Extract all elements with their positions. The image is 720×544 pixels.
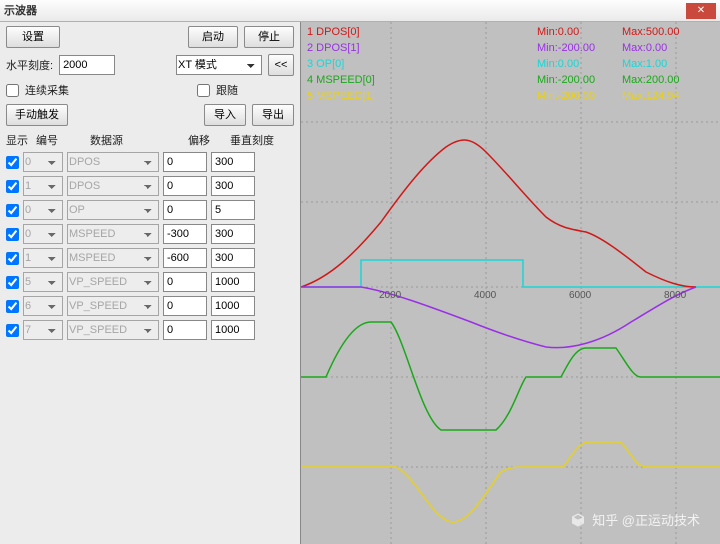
legend-name: 1 DPOS[0] [307,24,537,40]
offset-input[interactable] [163,200,207,220]
offset-input[interactable] [163,296,207,316]
mode-select[interactable]: XT 模式 [176,55,262,75]
legend-min: Min:0.00 [537,56,622,72]
offset-input[interactable] [163,224,207,244]
source-select[interactable]: MSPEED [67,224,159,244]
show-checkbox[interactable] [6,300,19,313]
legend-max: Max:500.00 [622,24,679,40]
chart-area: 1 DPOS[0]Min:0.00Max:500.002 DPOS[1]Min:… [300,22,720,544]
vscale-input[interactable] [211,176,255,196]
legend-name: 2 DPOS[1] [307,40,537,56]
channel-row: 1DPOS [6,176,294,196]
export-button[interactable]: 导出 [252,104,294,126]
offset-input[interactable] [163,248,207,268]
show-checkbox[interactable] [6,324,19,337]
x-tick-6000: 6000 [569,290,591,301]
number-select[interactable]: 7 [23,320,63,340]
number-select[interactable]: 0 [23,200,63,220]
x-tick-8000: 8000 [664,290,686,301]
number-select[interactable]: 5 [23,272,63,292]
legend-min: Min:-200.00 [537,88,622,104]
channel-row: 6VP_SPEED [6,296,294,316]
h-scale-input[interactable] [59,55,115,75]
import-button[interactable]: 导入 [204,104,246,126]
continuous-checkbox[interactable] [6,84,19,97]
channel-row: 5VP_SPEED [6,272,294,292]
mode-toggle-button[interactable]: << [268,54,294,76]
source-select[interactable]: VP_SPEED [67,272,159,292]
window-title: 示波器 [4,0,37,22]
source-select[interactable]: VP_SPEED [67,296,159,316]
legend-row: 1 DPOS[0]Min:0.00Max:500.00 [307,24,714,40]
vscale-input[interactable] [211,248,255,268]
chart-legend: 1 DPOS[0]Min:0.00Max:500.002 DPOS[1]Min:… [307,24,714,104]
source-select[interactable]: OP [67,200,159,220]
legend-name: 4 MSPEED[0] [307,72,537,88]
close-button[interactable]: ✕ [686,3,716,19]
legend-row: 4 MSPEED[0]Min:-200.00Max:200.00 [307,72,714,88]
legend-name: 3 OP[0] [307,56,537,72]
vscale-input[interactable] [211,272,255,292]
x-tick-4000: 4000 [474,290,496,301]
legend-row: 5 MSPEED[1]Min:-200.00Max:124.94 [307,88,714,104]
legend-row: 2 DPOS[1]Min:-200.00Max:0.00 [307,40,714,56]
number-select[interactable]: 1 [23,176,63,196]
show-checkbox[interactable] [6,204,19,217]
vscale-input[interactable] [211,320,255,340]
offset-input[interactable] [163,272,207,292]
number-select[interactable]: 1 [23,248,63,268]
offset-input[interactable] [163,176,207,196]
number-select[interactable]: 0 [23,224,63,244]
source-select[interactable]: DPOS [67,152,159,172]
legend-max: Max:1.00 [622,56,667,72]
source-select[interactable]: DPOS [67,176,159,196]
channel-header: 显示 编号 数据源 偏移 垂直刻度 [6,132,294,148]
channel-row: 0DPOS [6,152,294,172]
offset-input[interactable] [163,152,207,172]
start-button[interactable]: 启动 [188,26,238,48]
show-checkbox[interactable] [6,252,19,265]
legend-min: Min:-200.00 [537,72,622,88]
manual-trigger-button[interactable]: 手动触发 [6,104,68,126]
number-select[interactable]: 0 [23,152,63,172]
number-select[interactable]: 6 [23,296,63,316]
legend-max: Max:0.00 [622,40,667,56]
show-checkbox[interactable] [6,228,19,241]
continuous-label: 连续采集 [25,82,69,98]
h-scale-label: 水平刻度: [6,57,53,73]
show-checkbox[interactable] [6,156,19,169]
titlebar: 示波器 ✕ [0,0,720,22]
stop-button[interactable]: 停止 [244,26,294,48]
follow-label: 跟随 [216,82,294,98]
legend-min: Min:0.00 [537,24,622,40]
channel-row: 7VP_SPEED [6,320,294,340]
vscale-input[interactable] [211,224,255,244]
show-checkbox[interactable] [6,276,19,289]
show-checkbox[interactable] [6,180,19,193]
x-tick-2000: 2000 [379,290,401,301]
legend-max: Max:200.00 [622,72,679,88]
legend-min: Min:-200.00 [537,40,622,56]
source-select[interactable]: MSPEED [67,248,159,268]
legend-max: Max:124.94 [622,88,679,104]
vscale-input[interactable] [211,200,255,220]
vscale-input[interactable] [211,296,255,316]
offset-input[interactable] [163,320,207,340]
legend-name: 5 MSPEED[1] [307,88,537,104]
follow-checkbox[interactable] [197,84,210,97]
vscale-input[interactable] [211,152,255,172]
channel-row: 0OP [6,200,294,220]
channel-row: 1MSPEED [6,248,294,268]
settings-button[interactable]: 设置 [6,26,60,48]
source-select[interactable]: VP_SPEED [67,320,159,340]
control-panel: 设置 启动 停止 水平刻度: XT 模式 << 连续采集 跟随 手动触发 导入 … [0,22,300,544]
legend-row: 3 OP[0]Min:0.00Max:1.00 [307,56,714,72]
channel-row: 0MSPEED [6,224,294,244]
